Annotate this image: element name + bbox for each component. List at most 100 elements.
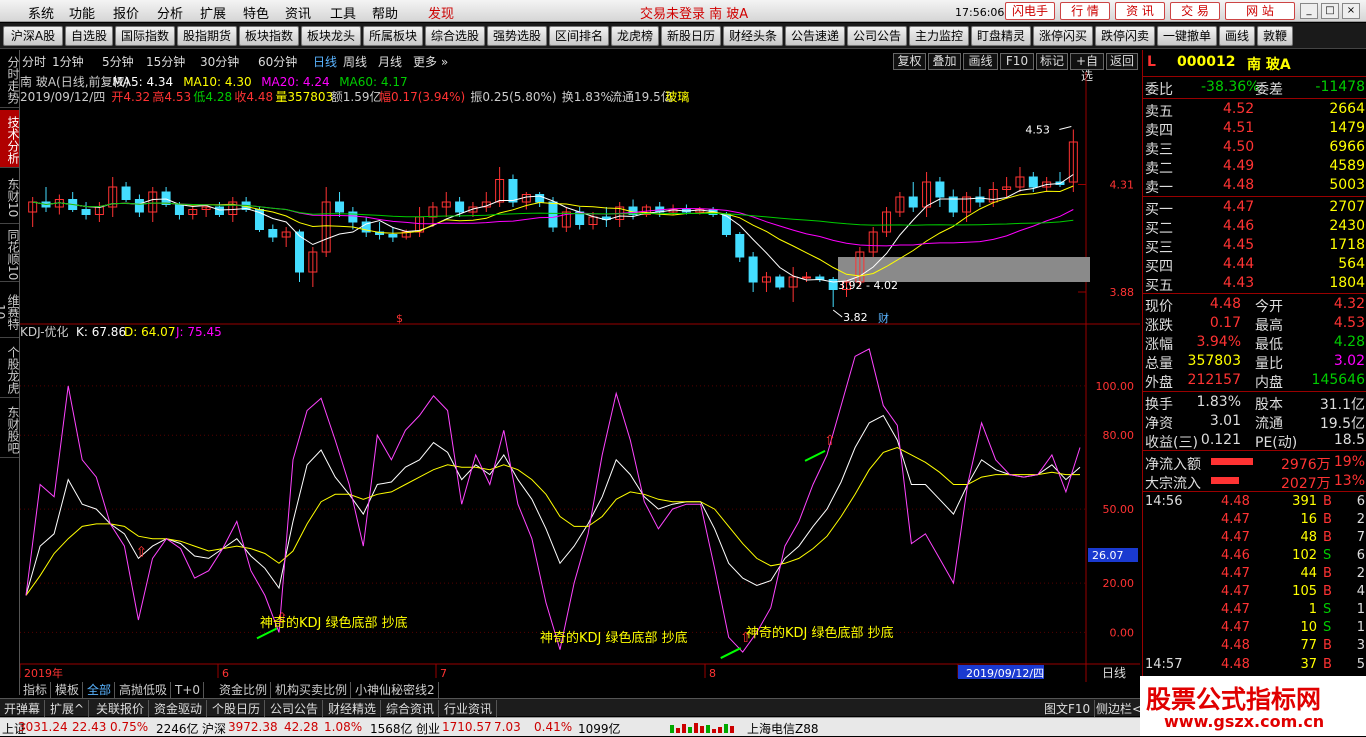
chart-tool-button[interactable]: 返回 xyxy=(1106,53,1138,70)
top-button[interactable]: 交 易 xyxy=(1170,2,1220,20)
taskbar-button[interactable]: 图文F10 xyxy=(1040,700,1096,717)
chart-tool-button[interactable]: 叠加 xyxy=(928,53,961,70)
indicator-tab[interactable]: 机构买卖比例 xyxy=(272,682,352,698)
close-icon[interactable]: × xyxy=(1342,3,1360,19)
taskbar-button[interactable]: 资金驱动 xyxy=(150,700,208,717)
toolbar-button[interactable]: 板块龙头 xyxy=(301,26,361,46)
toolbar-button[interactable]: 龙虎榜 xyxy=(611,26,659,46)
menu-item[interactable]: 功能 xyxy=(69,3,95,22)
indicator-tab[interactable]: 资金比例 xyxy=(216,682,272,698)
top-button[interactable]: 闪电手 xyxy=(1005,2,1055,20)
menu-item[interactable]: 报价 xyxy=(113,3,139,22)
toolbar-button[interactable]: 国际指数 xyxy=(115,26,175,46)
status-text: 上海电信Z88 xyxy=(747,722,819,736)
indicator-tab[interactable]: T+0 xyxy=(172,682,205,698)
toolbar-button[interactable]: 涨停闪买 xyxy=(1033,26,1093,46)
buy-label: 买五 xyxy=(1145,278,1173,294)
period-3[interactable]: 15分钟 xyxy=(146,53,185,70)
period-5[interactable]: 60分钟 xyxy=(258,53,297,70)
period-9[interactable]: 更多 » xyxy=(413,53,448,70)
toolbar-button[interactable]: 沪深A股 xyxy=(3,26,63,46)
toolbar-button[interactable]: 新股日历 xyxy=(661,26,721,46)
taskbar-button[interactable]: 开弹幕 xyxy=(0,700,46,717)
chart-canvas: 南 玻A(日线,前复权)MA5: 4.34 MA10: 4.30 MA20: 4.2… xyxy=(19,72,1140,682)
left-tab[interactable]: 东财10 xyxy=(0,170,20,224)
left-tab[interactable]: 维赛特10 xyxy=(0,284,20,338)
indicator-tab[interactable]: 小神仙秘密线2 xyxy=(352,682,439,698)
toolbar-button[interactable]: 财经头条 xyxy=(723,26,783,46)
candle-body xyxy=(121,186,131,200)
buy-volume: 1804 xyxy=(1329,275,1365,291)
menu-item[interactable]: 发现 xyxy=(428,3,454,22)
toolbar-button[interactable]: 板块指数 xyxy=(239,26,299,46)
window-title: 交易未登录 南 玻A xyxy=(640,7,749,22)
left-tab[interactable]: 分时走势 xyxy=(0,50,20,108)
chart-tool-button[interactable]: 复权 xyxy=(893,53,926,70)
menu-item[interactable]: 资讯 xyxy=(285,3,311,22)
menu-item[interactable]: 工具 xyxy=(330,3,356,22)
taskbar-button[interactable]: 行业资讯 xyxy=(440,700,498,717)
indicator-tab[interactable]: 高抛低吸 xyxy=(116,682,172,698)
indicator-tab[interactable]: 模板 xyxy=(52,682,84,698)
trade-count: 4 xyxy=(1356,584,1365,599)
top-button[interactable]: 行 情 xyxy=(1060,2,1110,20)
toolbar-button[interactable]: 自选股 xyxy=(65,26,113,46)
toolbar-button[interactable]: 所属板块 xyxy=(363,26,423,46)
period-8[interactable]: 月线 xyxy=(378,53,402,70)
chart-tool-button[interactable]: 标记 xyxy=(1036,53,1068,70)
left-tab[interactable]: 个股龙虎 xyxy=(0,340,20,398)
minimize-icon[interactable]: _ xyxy=(1300,3,1318,19)
taskbar-button[interactable]: 关联报价 xyxy=(92,700,150,717)
period-6[interactable]: 日线 xyxy=(313,53,337,70)
quote-separator xyxy=(1143,391,1366,392)
green-bottom-mark xyxy=(720,647,742,659)
trade-count: 2 xyxy=(1356,512,1365,527)
left-tab[interactable]: 东财股吧 xyxy=(0,400,20,458)
watermark: 股票公式指标网 www.gszx.com.cn xyxy=(1140,676,1366,736)
period-2[interactable]: 5分钟 xyxy=(102,53,134,70)
period-4[interactable]: 30分钟 xyxy=(200,53,239,70)
toolbar-button[interactable]: 区间排名 xyxy=(549,26,609,46)
toolbar-button[interactable]: 一键撤单 xyxy=(1157,26,1217,46)
top-button[interactable]: 资 讯 xyxy=(1115,2,1165,20)
menu-item[interactable]: 分析 xyxy=(157,3,183,22)
toolbar-button[interactable]: 强势选股 xyxy=(487,26,547,46)
toolbar-button[interactable]: 公告速递 xyxy=(785,26,845,46)
top-button[interactable]: 网 站 xyxy=(1225,2,1295,20)
taskbar-button[interactable]: 侧边栏< xyxy=(1092,700,1148,717)
toolbar-button[interactable]: 主力监控 xyxy=(909,26,969,46)
menu-item[interactable]: 扩展 xyxy=(200,3,226,22)
trade-count: 6 xyxy=(1356,548,1365,563)
toolbar-button[interactable]: 画线 xyxy=(1219,26,1255,46)
taskbar-button[interactable]: 个股日历 xyxy=(208,700,266,717)
chart-area[interactable]: 南 玻A(日线,前复权) MA5: 4.34 MA10: 4.30 MA20: 4.2… xyxy=(19,72,1140,685)
stat-label: 外盘 xyxy=(1145,375,1173,391)
toolbar-button[interactable]: 股指期货 xyxy=(177,26,237,46)
indicator-tab[interactable]: 指标 xyxy=(20,682,52,698)
maximize-icon[interactable]: □ xyxy=(1321,3,1339,19)
taskbar-button[interactable]: 公司公告 xyxy=(266,700,324,717)
toolbar-button[interactable]: 公司公告 xyxy=(847,26,907,46)
period-1[interactable]: 1分钟 xyxy=(52,53,84,70)
chart-tool-button[interactable]: 画线 xyxy=(963,53,998,70)
taskbar-button[interactable]: 财经精选 xyxy=(324,700,382,717)
taskbar-button[interactable]: 扩展^ xyxy=(46,700,90,717)
period-0[interactable]: 分时 xyxy=(22,53,46,70)
left-tab[interactable]: 技术分析 xyxy=(0,110,20,168)
stat-row: 外盘 212157 内盘 145646 xyxy=(1143,371,1366,391)
toolbar-button[interactable]: 跌停闪卖 xyxy=(1095,26,1155,46)
toolbar-button[interactable]: 综合选股 xyxy=(425,26,485,46)
low-price-label: 3.82 xyxy=(843,311,868,324)
left-tab[interactable]: 同花顺10 xyxy=(0,226,20,282)
status-text: 3031.24 xyxy=(18,720,68,734)
menu-item[interactable]: 帮助 xyxy=(372,3,398,22)
menu-item[interactable]: 特色 xyxy=(243,3,269,22)
toolbar-button[interactable]: 敦鞭 xyxy=(1257,26,1293,46)
period-7[interactable]: 周线 xyxy=(343,53,367,70)
chart-tool-button[interactable]: +自选 xyxy=(1070,53,1104,83)
chart-tool-button[interactable]: F10 xyxy=(1000,53,1034,70)
toolbar-button[interactable]: 盯盘精灵 xyxy=(971,26,1031,46)
taskbar-button[interactable]: 综合资讯 xyxy=(382,700,440,717)
indicator-tab[interactable]: 全部 xyxy=(84,682,116,698)
menu-item[interactable]: 系统 xyxy=(28,3,54,22)
